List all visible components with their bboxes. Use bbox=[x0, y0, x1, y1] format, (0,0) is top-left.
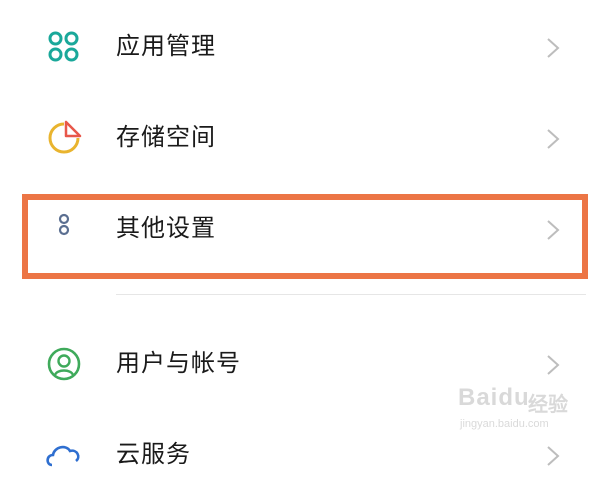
watermark-url: jingyan.baidu.com bbox=[460, 418, 549, 430]
storage-icon bbox=[48, 120, 82, 154]
watermark-brand: Baidu bbox=[458, 384, 530, 411]
settings-item-label: 云服务 bbox=[116, 440, 191, 468]
settings-item-label: 用户与帐号 bbox=[116, 349, 241, 377]
baidu-jingyan-watermark: Baidu 经验 jingyan.baidu.com bbox=[452, 380, 592, 440]
chevron-right-icon bbox=[547, 355, 560, 375]
settings-item-label: 存储空间 bbox=[116, 123, 216, 151]
user-account-icon bbox=[47, 347, 81, 381]
settings-item-app-management[interactable]: 应用管理 bbox=[0, 0, 600, 90]
settings-item-storage[interactable]: 存储空间 bbox=[0, 91, 600, 181]
app-management-icon bbox=[48, 31, 79, 62]
chevron-right-icon bbox=[547, 446, 560, 466]
watermark-cn: 经验 bbox=[528, 392, 568, 416]
highlight-box bbox=[22, 194, 588, 279]
chevron-right-icon bbox=[547, 129, 560, 149]
cloud-service-icon bbox=[46, 445, 80, 467]
chevron-right-icon bbox=[547, 38, 560, 58]
section-divider bbox=[116, 294, 586, 295]
settings-item-label: 应用管理 bbox=[116, 32, 216, 60]
